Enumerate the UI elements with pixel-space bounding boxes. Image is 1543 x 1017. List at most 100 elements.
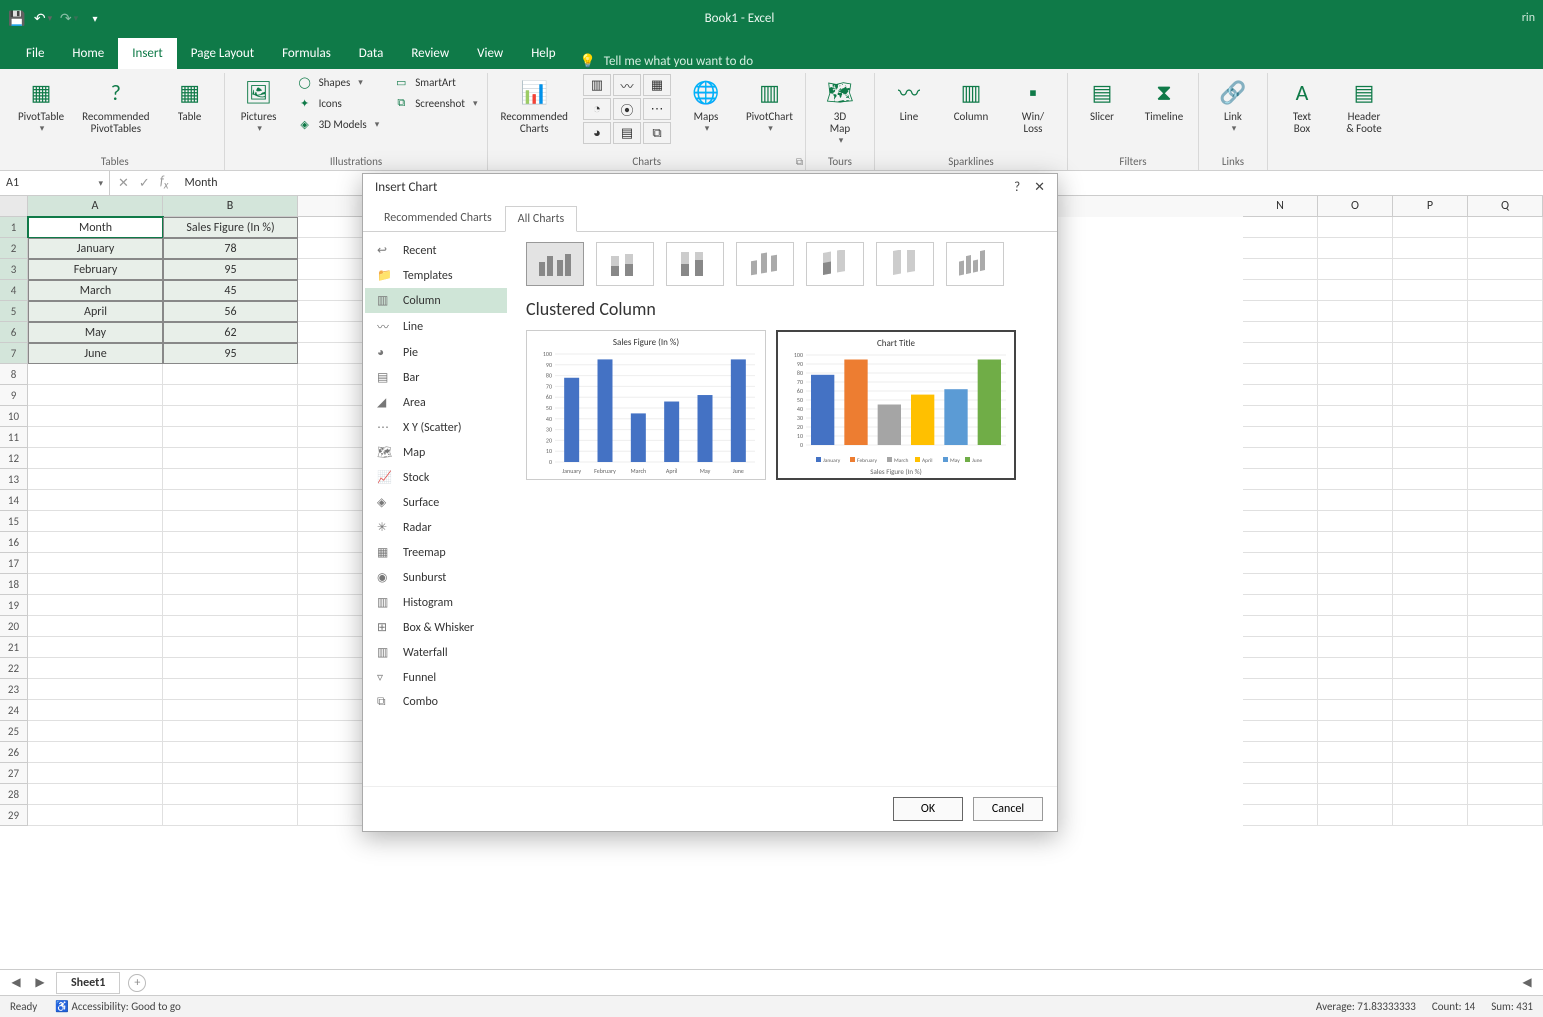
cell-O13[interactable]	[1318, 469, 1393, 490]
cell-Q17[interactable]	[1468, 553, 1543, 574]
row-header-19[interactable]: 19	[0, 595, 28, 616]
screenshot-button[interactable]: ⧉Screenshot▾	[391, 94, 479, 112]
cell-O19[interactable]	[1318, 595, 1393, 616]
tell-me[interactable]: 💡 Tell me what you want to do	[580, 54, 754, 69]
row-header-4[interactable]: 4	[0, 280, 28, 301]
cell-O9[interactable]	[1318, 385, 1393, 406]
cell-Q26[interactable]	[1468, 742, 1543, 763]
sparkline-winloss-button[interactable]: ▪Win/ Loss	[1007, 73, 1059, 137]
cell-P29[interactable]	[1393, 805, 1468, 826]
cell-P17[interactable]	[1393, 553, 1468, 574]
cell-B23[interactable]	[163, 679, 298, 700]
chart-category-radar[interactable]: ✳Radar	[365, 515, 507, 540]
cell-A12[interactable]	[28, 448, 163, 469]
cell-N28[interactable]	[1243, 784, 1318, 805]
chart-category-box-whisker[interactable]: ⊞Box & Whisker	[365, 615, 507, 640]
col-header-O[interactable]: O	[1318, 196, 1393, 217]
cell-B7[interactable]: 95	[163, 343, 298, 364]
cell-B24[interactable]	[163, 700, 298, 721]
cell-B18[interactable]	[163, 574, 298, 595]
cell-O5[interactable]	[1318, 301, 1393, 322]
sheet-nav-prev-icon[interactable]: ◀	[8, 975, 24, 990]
tab-file[interactable]: File	[12, 38, 58, 69]
cell-O4[interactable]	[1318, 280, 1393, 301]
cell-O20[interactable]	[1318, 616, 1393, 637]
recommended-pivottables-button[interactable]: ?Recommended PivotTables	[78, 73, 153, 137]
cell-P15[interactable]	[1393, 511, 1468, 532]
cell-B1[interactable]: Sales Figure (In %)	[163, 217, 298, 238]
cell-N15[interactable]	[1243, 511, 1318, 532]
maps-button[interactable]: 🌐Maps▾	[680, 73, 732, 136]
3dmodels-button[interactable]: ◈3D Models▾	[295, 115, 382, 133]
slicer-button[interactable]: ▤Slicer	[1076, 73, 1128, 125]
cell-O10[interactable]	[1318, 406, 1393, 427]
chart-category-histogram[interactable]: ▥Histogram	[365, 590, 507, 615]
cell-P12[interactable]	[1393, 448, 1468, 469]
cell-N11[interactable]	[1243, 427, 1318, 448]
cell-P9[interactable]	[1393, 385, 1468, 406]
row-header-24[interactable]: 24	[0, 700, 28, 721]
cell-N4[interactable]	[1243, 280, 1318, 301]
cell-N26[interactable]	[1243, 742, 1318, 763]
cell-P24[interactable]	[1393, 700, 1468, 721]
cell-Q20[interactable]	[1468, 616, 1543, 637]
ok-button[interactable]: OK	[893, 797, 963, 821]
cell-N13[interactable]	[1243, 469, 1318, 490]
dialog-tab-all-charts[interactable]: All Charts	[505, 206, 578, 232]
dialog-close-icon[interactable]: ✕	[1034, 180, 1045, 195]
cell-P23[interactable]	[1393, 679, 1468, 700]
chart-preview-1[interactable]: Sales Figure (In %) 01020304050607080901…	[526, 330, 766, 480]
cell-O16[interactable]	[1318, 532, 1393, 553]
pictures-button[interactable]: 🖼Pictures▾	[233, 73, 285, 136]
cell-P14[interactable]	[1393, 490, 1468, 511]
row-header-21[interactable]: 21	[0, 637, 28, 658]
cell-P8[interactable]	[1393, 364, 1468, 385]
sheet-tab-sheet1[interactable]: Sheet1	[56, 972, 120, 994]
cell-Q3[interactable]	[1468, 259, 1543, 280]
chart-category-sunburst[interactable]: ◉Sunburst	[365, 565, 507, 590]
cell-P22[interactable]	[1393, 658, 1468, 679]
chart-category-column[interactable]: ▥Column	[365, 288, 507, 313]
cell-Q6[interactable]	[1468, 322, 1543, 343]
smartart-button[interactable]: ▭SmartArt	[391, 73, 479, 91]
row-header-7[interactable]: 7	[0, 343, 28, 364]
row-header-22[interactable]: 22	[0, 658, 28, 679]
cell-B27[interactable]	[163, 763, 298, 784]
dialog-tab-recommended[interactable]: Recommended Charts	[371, 205, 505, 231]
subtype-3d-column[interactable]	[946, 242, 1004, 286]
cell-N16[interactable]	[1243, 532, 1318, 553]
table-button[interactable]: ▦Table	[164, 73, 216, 125]
cell-A19[interactable]	[28, 595, 163, 616]
cell-P19[interactable]	[1393, 595, 1468, 616]
cell-B6[interactable]: 62	[163, 322, 298, 343]
chart-category-x-y-scatter-[interactable]: ⋯X Y (Scatter)	[365, 415, 507, 440]
tab-formulas[interactable]: Formulas	[268, 38, 345, 69]
subtype-3d-100-stacked[interactable]	[876, 242, 934, 286]
cell-N3[interactable]	[1243, 259, 1318, 280]
row-header-29[interactable]: 29	[0, 805, 28, 826]
cell-B26[interactable]	[163, 742, 298, 763]
cell-O14[interactable]	[1318, 490, 1393, 511]
cell-Q7[interactable]	[1468, 343, 1543, 364]
cell-N25[interactable]	[1243, 721, 1318, 742]
cell-N20[interactable]	[1243, 616, 1318, 637]
name-box[interactable]: A1▾	[0, 171, 110, 195]
row-header-5[interactable]: 5	[0, 301, 28, 322]
cell-Q28[interactable]	[1468, 784, 1543, 805]
cell-A16[interactable]	[28, 532, 163, 553]
cell-P26[interactable]	[1393, 742, 1468, 763]
row-header-18[interactable]: 18	[0, 574, 28, 595]
cell-A22[interactable]	[28, 658, 163, 679]
tab-view[interactable]: View	[463, 38, 517, 69]
sparkline-column-button[interactable]: ▥Column	[945, 73, 997, 125]
cell-N23[interactable]	[1243, 679, 1318, 700]
timeline-button[interactable]: ⧗Timeline	[1138, 73, 1190, 125]
cell-O12[interactable]	[1318, 448, 1393, 469]
cell-B14[interactable]	[163, 490, 298, 511]
row-header-9[interactable]: 9	[0, 385, 28, 406]
add-sheet-icon[interactable]: +	[128, 974, 146, 992]
cell-Q18[interactable]	[1468, 574, 1543, 595]
chart-category-waterfall[interactable]: ▥Waterfall	[365, 640, 507, 665]
cell-N2[interactable]	[1243, 238, 1318, 259]
cell-N21[interactable]	[1243, 637, 1318, 658]
